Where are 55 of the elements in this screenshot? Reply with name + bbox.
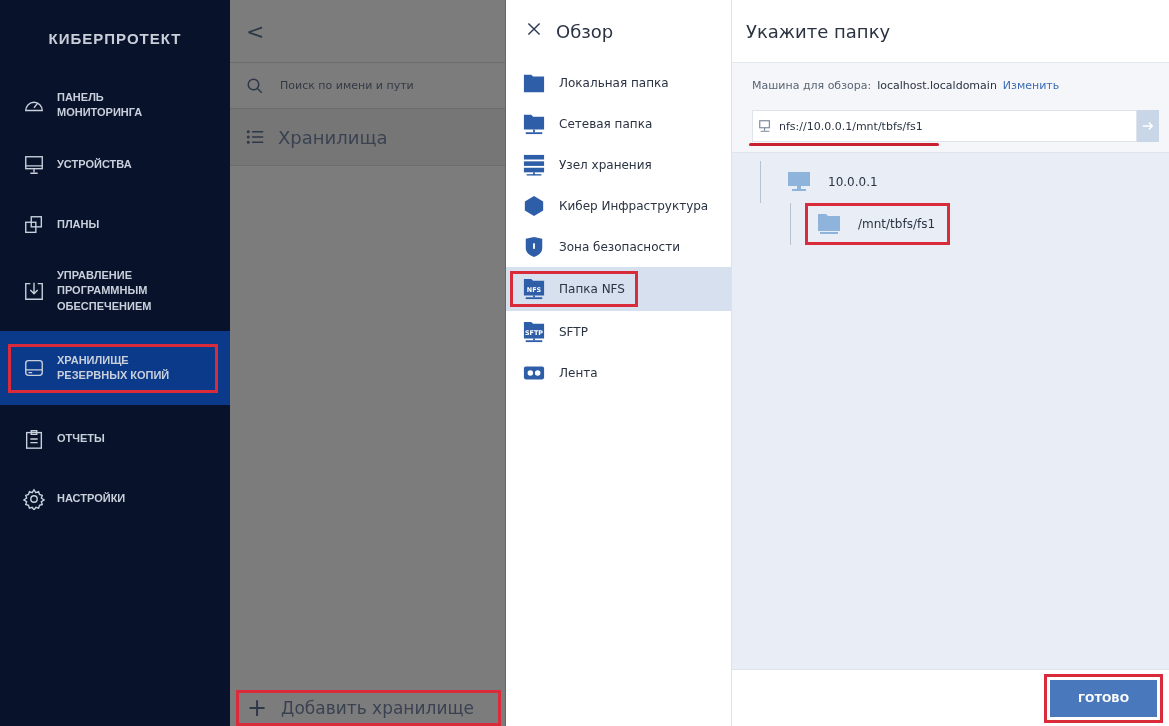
location-item[interactable]: Кибер Инфраструктура xyxy=(506,185,731,226)
settings-icon xyxy=(23,488,45,511)
location-label: Кибер Инфраструктура xyxy=(559,198,709,213)
search-field[interactable]: Поиск по имени и пути xyxy=(278,78,482,93)
arrow-icon xyxy=(1141,119,1155,133)
server-icon xyxy=(523,153,545,176)
dialog-title: Укажите папку xyxy=(746,20,891,42)
sidebar-label: УПРАВЛЕНИЕ ПРОГРАММНЫМ ОБЕСПЕЧЕНИЕМ xyxy=(57,268,153,314)
location-item[interactable]: Лента xyxy=(506,352,731,393)
sidebar-label: ПАНЕЛЬ МОНИТОРИНГА xyxy=(57,89,144,120)
change-link[interactable]: Изменить xyxy=(1002,79,1060,92)
folder-icon xyxy=(816,212,842,236)
location-label: Зона безопасности xyxy=(559,239,680,254)
storage-heading: Хранилища xyxy=(278,126,388,148)
location-label: Папка NFS xyxy=(559,282,625,296)
sidebar-item[interactable]: ПЛАНЫ xyxy=(0,195,230,255)
list-icon xyxy=(246,128,264,146)
download-box-icon xyxy=(23,280,45,303)
sidebar-label: ХРАНИЛИЩЕ РЕЗЕРВНЫХ КОПИЙ xyxy=(57,352,171,384)
sidebar-label: НАСТРОЙКИ xyxy=(57,491,126,507)
location-item[interactable]: Локальная папка xyxy=(506,62,731,103)
monitor-icon xyxy=(23,154,45,176)
sidebar-label: ОТЧЕТЫ xyxy=(57,431,105,447)
network-icon xyxy=(758,119,772,133)
panel-title: Обзор xyxy=(556,20,614,42)
tree-node[interactable]: /mnt/tbfs/fs1 xyxy=(805,203,951,245)
done-button[interactable]: ГОТОВО xyxy=(1050,679,1157,717)
sidebar-item[interactable]: ПАНЕЛЬ МОНИТОРИНГА xyxy=(0,75,230,135)
machine-label: Машина для обзора: xyxy=(752,79,872,92)
logo: КИБЕРПРОТЕКТ xyxy=(47,29,183,49)
sidebar-item[interactable]: УСТРОЙСТВА xyxy=(0,135,230,195)
sidebar-item[interactable]: УПРАВЛЕНИЕ ПРОГРАММНЫМ ОБЕСПЕЧЕНИЕМ xyxy=(0,255,230,328)
shield-icon xyxy=(523,235,545,258)
sidebar-item[interactable]: ОТЧЕТЫ xyxy=(0,409,230,470)
path-field[interactable]: nfs://10.0.0.1/mnt/tbfs/fs1 xyxy=(752,110,1137,142)
location-item[interactable]: Сетевая папка xyxy=(506,103,731,144)
location-label: Локальная папка xyxy=(559,75,669,90)
sidebar-item[interactable]: ХРАНИЛИЩЕ РЕЗЕРВНЫХ КОПИЙ xyxy=(0,331,230,406)
tree-node[interactable]: 10.0.0.1 xyxy=(775,161,893,203)
squares-icon xyxy=(23,214,45,236)
location-label: Сетевая папка xyxy=(559,116,653,131)
clipboard-icon xyxy=(23,428,45,451)
hexagon-icon xyxy=(523,194,545,217)
monitor-icon xyxy=(786,170,812,194)
sidebar-label: УСТРОЙСТВА xyxy=(57,157,132,173)
network-folder-icon xyxy=(523,112,545,135)
machine-name: localhost.localdomain xyxy=(877,79,997,92)
location-label: Лента xyxy=(559,365,598,380)
sidebar-item[interactable]: НАСТРОЙКИ xyxy=(0,469,230,530)
search-icon xyxy=(246,76,264,95)
location-label: Узел хранения xyxy=(559,157,652,172)
location-item[interactable]: Зона безопасности xyxy=(506,226,731,267)
location-label: SFTP xyxy=(559,324,588,339)
sidebar-label: ПЛАНЫ xyxy=(57,217,100,233)
location-item[interactable]: Узел хранения xyxy=(506,144,731,185)
